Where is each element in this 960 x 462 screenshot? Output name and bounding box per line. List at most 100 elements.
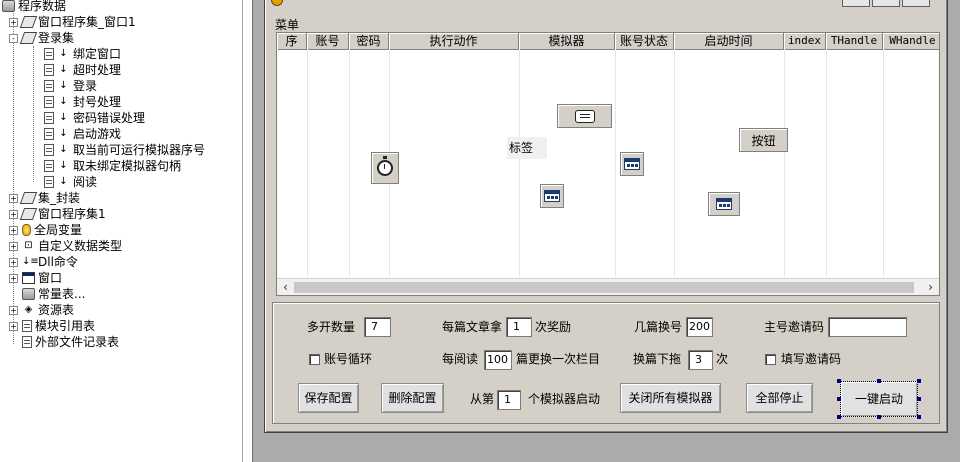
grid-header-status[interactable]: 账号状态 — [615, 33, 674, 50]
tree-item-window-assembly-1[interactable]: + 窗口程序集1 — [9, 206, 106, 222]
one-click-start-button[interactable]: 一键启动 — [840, 381, 918, 417]
stopwatch-icon — [377, 156, 393, 176]
multi-open-input[interactable]: 7 — [364, 317, 391, 337]
per-read-input[interactable]: 100 — [484, 350, 512, 370]
assembly-icon — [19, 16, 38, 28]
expand-icon[interactable]: + — [9, 273, 18, 283]
grid-header-account[interactable]: 账号 — [307, 33, 349, 50]
grid-header-start-time[interactable]: 启动时间 — [674, 33, 784, 50]
tree-item-password-error[interactable]: ↓ 密码错误处理 — [44, 110, 145, 126]
collapse-icon[interactable]: - — [9, 33, 18, 43]
minimize-button[interactable] — [842, 0, 870, 7]
multi-open-label: 多开数量 — [307, 320, 356, 334]
loop-accounts-checkbox[interactable] — [309, 354, 320, 365]
grid-header-thandle[interactable]: THandle — [826, 33, 883, 50]
timer-control[interactable] — [371, 152, 399, 184]
stop-all-button[interactable]: 全部停止 — [746, 383, 813, 413]
tree-item-login[interactable]: ↓ 登录 — [44, 78, 97, 94]
expand-icon[interactable]: + — [9, 257, 18, 267]
tree-item-window-assembly[interactable]: + 窗口程序集_窗口1 — [9, 14, 136, 30]
window-control-1[interactable] — [620, 152, 644, 176]
delete-config-button[interactable]: 删除配置 — [381, 383, 444, 413]
from-input[interactable]: 1 — [497, 390, 521, 410]
tree-item-label: 窗口 — [38, 271, 63, 285]
tree-item-global-vars[interactable]: + 全局变量 — [9, 222, 82, 238]
arrow-down-icon: ↓ — [59, 48, 68, 59]
assembly-icon — [19, 32, 38, 44]
horizontal-scrollbar[interactable]: ‹ › — [277, 278, 939, 295]
expand-icon[interactable]: + — [9, 321, 18, 331]
selection-handle[interactable] — [917, 379, 921, 383]
switch-after-input[interactable]: 200 — [686, 317, 713, 337]
grid-header-index[interactable]: index — [784, 33, 826, 50]
expand-icon[interactable]: + — [9, 209, 18, 219]
window-control-3[interactable] — [708, 192, 740, 216]
swipe-down-input[interactable]: 3 — [688, 350, 713, 370]
selection-handle[interactable] — [837, 397, 841, 401]
scroll-left-icon[interactable]: ‹ — [277, 279, 294, 296]
selection-handle[interactable] — [877, 379, 881, 383]
expand-icon[interactable]: + — [9, 305, 18, 315]
per-article-input[interactable]: 1 — [506, 317, 532, 337]
tree-item-ban[interactable]: ↓ 封号处理 — [44, 94, 121, 110]
scroll-right-icon[interactable]: › — [922, 279, 939, 296]
tree-item-external-files[interactable]: 外部文件记录表 — [22, 334, 119, 350]
tree-item-get-runnable[interactable]: ↓ 取当前可运行模拟器序号 — [44, 142, 205, 158]
expand-icon[interactable]: + — [9, 17, 18, 27]
selection-handle[interactable] — [877, 415, 881, 419]
expand-icon[interactable]: + — [9, 241, 18, 251]
selection-handle[interactable] — [837, 379, 841, 383]
grid-header-seq[interactable]: 序 — [277, 33, 307, 50]
grid-column-line — [784, 50, 785, 277]
grid-header-password[interactable]: 密码 — [349, 33, 389, 50]
selection-handle[interactable] — [837, 415, 841, 419]
save-config-button[interactable]: 保存配置 — [298, 383, 359, 413]
maximize-button[interactable] — [872, 0, 900, 7]
scroll-thumb[interactable] — [294, 282, 914, 293]
tree-connector — [33, 46, 34, 182]
menu-label[interactable]: 菜单 — [275, 16, 299, 33]
main-invite-input[interactable] — [828, 317, 907, 337]
loop-accounts-label[interactable]: 账号循环 — [324, 350, 372, 368]
resource-icon: ◈ — [24, 304, 33, 315]
tree-item-login-set[interactable]: - 登录集 — [9, 30, 74, 46]
tree-item-program-data[interactable]: 程序数据 — [2, 0, 66, 14]
arrow-down-icon: ↓ — [59, 128, 68, 139]
fill-invite-label[interactable]: 填写邀请码 — [781, 350, 841, 368]
tree-item-wrapper-set[interactable]: + 集_封装 — [9, 190, 80, 206]
close-button[interactable] — [902, 0, 930, 7]
button-control[interactable]: 按钮 — [739, 128, 788, 152]
close-all-emulators-button[interactable]: 关闭所有模拟器 — [620, 383, 721, 413]
program-tree[interactable]: 程序数据 + 窗口程序集_窗口1 - 登录集 ↓ 绑定窗口 ↓ 超时处理 ↓ 登… — [0, 0, 243, 462]
subroutine-icon — [44, 80, 54, 92]
tree-item-module-refs[interactable]: + 模块引用表 — [9, 318, 95, 334]
window-control-2[interactable] — [540, 184, 564, 208]
tree-item-get-unbound[interactable]: ↓ 取未绑定模拟器句柄 — [44, 158, 181, 174]
subroutine-icon — [44, 176, 54, 188]
grid-header-action[interactable]: 执行动作 — [389, 33, 519, 50]
tree-item-read[interactable]: ↓ 阅读 — [44, 174, 97, 190]
dll-icon: ↓≡ — [22, 256, 39, 267]
tree-item-label: 阅读 — [73, 175, 98, 189]
column-change-suffix: 篇更换一次栏目 — [516, 352, 601, 366]
label-control[interactable]: 标签 — [507, 137, 547, 159]
expand-icon[interactable]: + — [9, 193, 18, 203]
per-read-label: 每阅读 — [442, 352, 479, 366]
tree-item-constants[interactable]: 常量表... — [22, 286, 85, 302]
tree-item-dll-commands[interactable]: + ↓≡ Dll命令 — [9, 254, 78, 270]
expand-icon[interactable]: + — [9, 225, 18, 235]
tree-item-bind-window[interactable]: ↓ 绑定窗口 — [44, 46, 121, 62]
tree-item-start-game[interactable]: ↓ 启动游戏 — [44, 126, 121, 142]
tree-item-custom-types[interactable]: + ⊡ 自定义数据类型 — [9, 238, 122, 254]
selection-handle[interactable] — [917, 397, 921, 401]
grid-header-whandle[interactable]: WHandle — [883, 33, 939, 50]
grid-column-line — [349, 50, 350, 277]
grid-column-line — [883, 50, 884, 277]
tooltip-control[interactable] — [557, 104, 612, 128]
tree-item-resources[interactable]: + ◈ 资源表 — [9, 302, 74, 318]
fill-invite-checkbox[interactable] — [765, 354, 776, 365]
tree-item-windows[interactable]: + 窗口 — [9, 270, 62, 286]
grid-header-emulator[interactable]: 模拟器 — [519, 33, 615, 50]
selection-handle[interactable] — [917, 415, 921, 419]
tree-item-timeout[interactable]: ↓ 超时处理 — [44, 62, 121, 78]
